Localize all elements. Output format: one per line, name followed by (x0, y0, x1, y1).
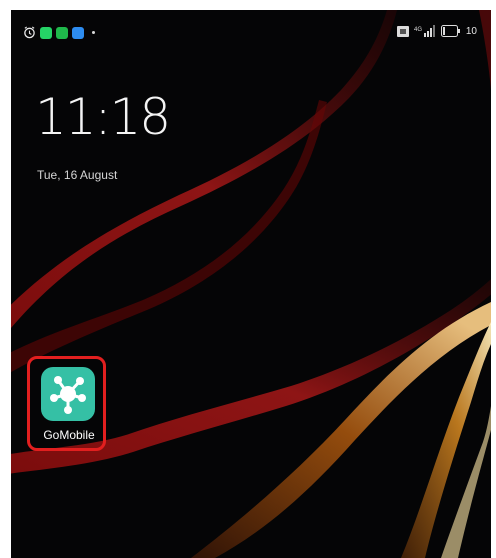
battery-percentage: 10 (465, 25, 477, 37)
status-bar-right: 4G 10 (396, 25, 477, 37)
phone-screen: 4G 10 11:18 Tue, 16 August GoMobile (11, 10, 491, 558)
lock-screen-time: 11:18 (35, 88, 171, 146)
signal-icon: 4G (414, 25, 435, 37)
battery-icon (440, 25, 460, 37)
gomobile-network-icon[interactable] (41, 367, 95, 421)
status-bar: 4G 10 (11, 10, 491, 54)
green-app-notification-icon (56, 26, 68, 39)
status-bar-left (23, 26, 95, 39)
lock-screen-date: Tue, 16 August (37, 168, 118, 182)
sim-icon (396, 25, 409, 37)
network-graph-icon (50, 376, 86, 414)
alarm-icon (24, 26, 35, 39)
message-notification-icon (72, 26, 84, 39)
app-gomobile[interactable]: GoMobile (23, 354, 107, 454)
whatsapp-notification-icon (40, 26, 52, 39)
more-notifications-dot (92, 31, 95, 34)
svg-text:4G: 4G (414, 27, 422, 33)
app-label[interactable]: GoMobile (23, 428, 115, 442)
